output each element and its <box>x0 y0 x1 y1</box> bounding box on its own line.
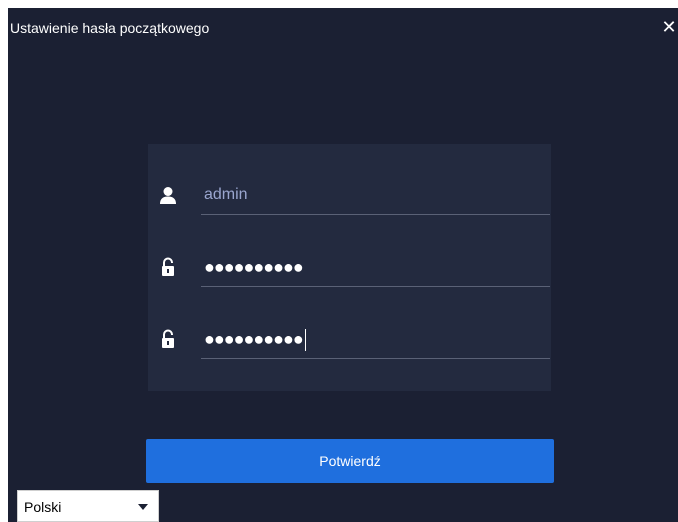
confirm-button[interactable]: Potwierdź <box>146 439 554 483</box>
language-select[interactable]: Polski <box>17 490 159 522</box>
confirm-password-row: ●●●●●●●●●● <box>148 312 551 384</box>
caret-down-icon <box>138 504 148 510</box>
username-row: admin <box>148 168 551 240</box>
password-field[interactable]: ●●●●●●●●●● <box>201 251 550 287</box>
unlock-icon <box>159 329 177 349</box>
confirm-password-value-wrap: ●●●●●●●●●● <box>204 327 306 352</box>
unlock-icon <box>159 257 177 277</box>
username-value: admin <box>204 186 248 203</box>
confirm-password-masked-value: ●●●●●●●●●● <box>204 329 304 349</box>
user-icon <box>159 186 177 206</box>
language-selected-value: Polski <box>24 499 62 515</box>
text-caret <box>304 329 306 352</box>
password-masked-value: ●●●●●●●●●● <box>204 257 304 277</box>
dialog-title: Ustawienie hasła początkowego <box>10 20 210 36</box>
initial-password-dialog: Ustawienie hasła początkowego ✕ admin ●●… <box>8 8 678 522</box>
close-icon[interactable]: ✕ <box>660 17 678 37</box>
confirm-password-field[interactable]: ●●●●●●●●●● <box>201 323 550 359</box>
password-row: ●●●●●●●●●● <box>148 240 551 312</box>
password-form-card: admin ●●●●●●●●●● ●●●●●●●●●● <box>148 144 551 391</box>
username-field[interactable]: admin <box>201 179 550 215</box>
